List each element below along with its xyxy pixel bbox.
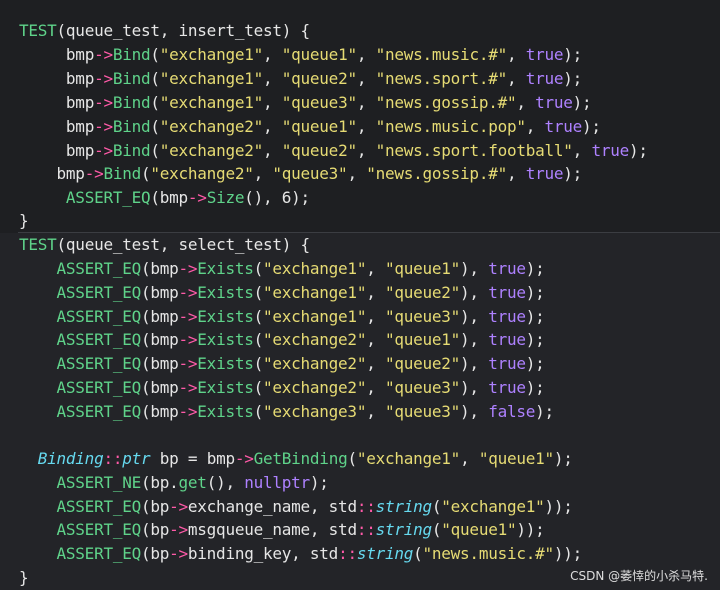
code-line[interactable]: ASSERT_NE(bp.get(), nullptr); — [0, 471, 720, 495]
code-line[interactable]: TEST(queue_test, insert_test) { — [0, 19, 720, 43]
code-line[interactable]: ASSERT_EQ(bmp->Exists("exchange2", "queu… — [0, 328, 720, 352]
code-line[interactable]: Binding::ptr bp = bmp->GetBinding("excha… — [0, 447, 720, 471]
code-line[interactable]: ASSERT_EQ(bp->exchange_name, std::string… — [0, 495, 720, 519]
code-line[interactable]: TEST(queue_test, select_test) { — [0, 233, 720, 257]
code-line[interactable]: ASSERT_EQ(bmp->Exists("exchange3", "queu… — [0, 400, 720, 424]
code-line-text: ASSERT_EQ(bmp->Exists("exchange2", "queu… — [56, 354, 545, 373]
code-line-text: ASSERT_EQ(bmp->Size(), 6); — [65, 188, 310, 207]
code-line[interactable]: } — [0, 209, 720, 233]
code-line[interactable]: bmp->Bind("exchange1", "queue3", "news.g… — [0, 91, 720, 115]
code-line-text: bmp->Bind("exchange2", "queue1", "news.m… — [65, 117, 601, 136]
code-line-text: ASSERT_NE(bp.get(), nullptr); — [56, 473, 329, 492]
code-line-text: Binding::ptr bp = bmp->GetBinding("excha… — [37, 449, 573, 468]
code-line-text: ASSERT_EQ(bmp->Exists("exchange2", "queu… — [56, 378, 545, 397]
code-line-text: bmp->Bind("exchange1", "queue2", "news.s… — [65, 69, 583, 88]
code-line-text: bmp->Bind("exchange1", "queue3", "news.g… — [65, 93, 592, 112]
code-line-text: ASSERT_EQ(bmp->Exists("exchange1", "queu… — [56, 307, 545, 326]
code-line[interactable]: bmp->Bind("exchange2", "queue2", "news.s… — [0, 139, 720, 163]
code-line[interactable]: ASSERT_EQ(bmp->Exists("exchange1", "queu… — [0, 281, 720, 305]
code-line-text: TEST(queue_test, select_test) { — [19, 235, 310, 254]
code-line-text: ASSERT_EQ(bmp->Exists("exchange2", "queu… — [56, 330, 545, 349]
code-line-text: } — [19, 211, 29, 230]
code-line-text: ASSERT_EQ(bmp->Exists("exchange1", "queu… — [56, 283, 545, 302]
code-line[interactable] — [0, 424, 720, 448]
code-line-text: TEST(queue_test, insert_test) { — [19, 21, 310, 40]
code-line[interactable]: ASSERT_EQ(bmp->Size(), 6); — [0, 186, 720, 210]
code-line-text: ASSERT_EQ(bmp->Exists("exchange3", "queu… — [56, 402, 555, 421]
code-line[interactable]: ASSERT_EQ(bmp->Exists("exchange2", "queu… — [0, 352, 720, 376]
code-line[interactable]: bmp->Bind("exchange2", "queue1", "news.m… — [0, 115, 720, 139]
code-line[interactable]: bmp->Bind("exchange2", "queue3", "news.g… — [0, 162, 720, 186]
code-line-text: ASSERT_EQ(bp->msgqueue_name, std::string… — [56, 520, 545, 539]
code-line[interactable]: ASSERT_EQ(bmp->Exists("exchange1", "queu… — [0, 257, 720, 281]
code-line-text: ASSERT_EQ(bp->exchange_name, std::string… — [56, 497, 573, 516]
code-line[interactable]: ASSERT_EQ(bmp->Exists("exchange1", "queu… — [0, 305, 720, 329]
code-line[interactable]: bmp->Bind("exchange1", "queue1", "news.m… — [0, 43, 720, 67]
code-line[interactable]: ASSERT_EQ(bmp->Exists("exchange2", "queu… — [0, 376, 720, 400]
code-line-text: ASSERT_EQ(bmp->Exists("exchange1", "queu… — [56, 259, 545, 278]
code-line[interactable]: bmp->Bind("exchange1", "queue2", "news.s… — [0, 67, 720, 91]
code-line[interactable]: ASSERT_EQ(bp->binding_key, std::string("… — [0, 542, 720, 566]
code-line-text: } — [19, 568, 29, 587]
code-line-text: ASSERT_EQ(bp->binding_key, std::string("… — [56, 544, 583, 563]
code-line-text: bmp->Bind("exchange1", "queue1", "news.m… — [65, 45, 583, 64]
code-line-text: bmp->Bind("exchange2", "queue2", "news.s… — [65, 141, 648, 160]
code-line[interactable]: ASSERT_EQ(bp->msgqueue_name, std::string… — [0, 518, 720, 542]
code-editor[interactable]: TEST(queue_test, insert_test) { bmp->Bin… — [0, 0, 720, 590]
code-line-text: bmp->Bind("exchange2", "queue3", "news.g… — [56, 164, 583, 183]
watermark-text: CSDN @萎悻的小杀马特. — [570, 569, 708, 583]
